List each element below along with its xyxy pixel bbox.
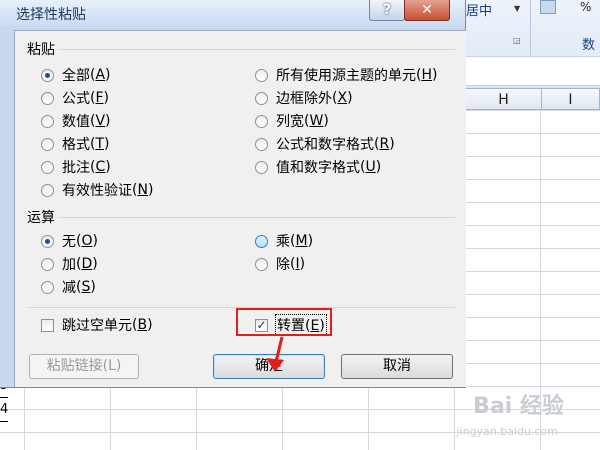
transpose-highlight-box — [236, 308, 332, 336]
radio-paste-no-borders[interactable]: 边框除外(X) — [255, 88, 353, 108]
column-header-i[interactable]: I — [542, 88, 600, 110]
accelerator-key: S — [81, 279, 91, 295]
radio-button[interactable] — [41, 91, 54, 105]
option-label: 所有使用源主题的单元 — [276, 68, 416, 84]
option-label: 格式 — [62, 137, 90, 153]
radio-paste-formulas-number-formats[interactable]: 公式和数字格式(R) — [255, 134, 395, 154]
number-group-label: 数 — [582, 38, 596, 53]
chevron-down-icon[interactable]: ▼ — [514, 4, 520, 13]
dialog-titlebar[interactable]: 选择性粘贴 ? ✕ — [0, 0, 465, 26]
accelerator-key: O — [81, 233, 93, 249]
accelerator-key: X — [337, 90, 348, 106]
checkbox-box[interactable] — [41, 318, 54, 332]
radio-button[interactable] — [41, 160, 54, 174]
option-label: 列宽 — [276, 114, 304, 130]
accelerator-key: V — [95, 113, 106, 129]
accelerator-key: M — [295, 233, 308, 249]
radio-paste-formats[interactable]: 格式(T) — [41, 134, 110, 154]
dialog-launcher-icon[interactable]: ◲ — [513, 36, 521, 45]
option-label: 加 — [62, 257, 76, 273]
radio-button[interactable] — [41, 257, 54, 271]
option-label: 跳过空单元 — [62, 318, 132, 334]
accelerator-key: H — [421, 67, 432, 83]
column-header-h[interactable]: H — [466, 88, 542, 110]
option-label: 公式 — [62, 91, 90, 107]
accelerator-key: I — [295, 256, 300, 272]
option-label: 公式和数字格式 — [276, 137, 374, 153]
radio-paste-all[interactable]: 全部(A) — [41, 65, 111, 85]
radio-button[interactable] — [255, 137, 268, 151]
radio-button[interactable] — [255, 68, 268, 82]
ribbon-separator — [530, 0, 531, 55]
radio-button[interactable] — [41, 234, 54, 248]
percent-icon[interactable]: % — [580, 0, 591, 14]
option-label: 除 — [276, 257, 290, 273]
merge-center-label[interactable]: 居中 — [466, 0, 492, 19]
operation-group-heading: 运算 — [27, 210, 55, 226]
option-label: 有效性验证 — [62, 183, 132, 199]
group-divider — [59, 217, 455, 218]
radio-paste-values[interactable]: 数值(V) — [41, 111, 111, 131]
dialog-title: 选择性粘贴 — [16, 7, 86, 23]
radio-op-divide[interactable]: 除(I) — [255, 254, 305, 274]
paste-link-button[interactable]: 粘贴链接(L) — [29, 354, 139, 379]
accelerator-key: A — [95, 67, 106, 83]
accelerator-key: C — [95, 159, 106, 175]
radio-paste-source-theme[interactable]: 所有使用源主题的单元(H) — [255, 65, 437, 85]
radio-button[interactable] — [255, 114, 268, 128]
radio-op-add[interactable]: 加(D) — [41, 254, 98, 274]
radio-paste-comments[interactable]: 批注(C) — [41, 157, 111, 177]
accelerator-key: F — [95, 90, 104, 106]
accelerator-key: B — [137, 317, 148, 333]
radio-button[interactable] — [41, 280, 54, 294]
accelerator-key: N — [137, 182, 148, 198]
option-label: 值和数字格式 — [276, 160, 360, 176]
cell[interactable]: 4 — [0, 398, 8, 422]
radio-button[interactable] — [41, 114, 54, 128]
close-button[interactable]: ✕ — [404, 0, 450, 21]
radio-paste-formulas[interactable]: 公式(F) — [41, 88, 109, 108]
radio-paste-values-number-formats[interactable]: 值和数字格式(U) — [255, 157, 381, 177]
radio-button[interactable] — [255, 160, 268, 174]
watermark-url: jingyan.baidu.com — [456, 425, 558, 438]
option-label: 无 — [62, 234, 76, 250]
radio-op-multiply[interactable]: 乘(M) — [255, 231, 313, 251]
paste-special-dialog: 选择性粘贴 ? ✕ 粘贴 全部(A) 公式(F) 数值(V) 格式(T) 批注(… — [0, 0, 466, 388]
radio-paste-validation[interactable]: 有效性验证(N) — [41, 180, 153, 200]
radio-button[interactable] — [41, 137, 54, 151]
help-button[interactable]: ? — [369, 0, 405, 21]
option-label: 乘 — [276, 234, 290, 250]
skip-blanks-checkbox[interactable]: 跳过空单元(B) — [41, 315, 153, 335]
accelerator-key: T — [95, 136, 105, 152]
accelerator-key: D — [81, 256, 93, 272]
option-label: 减 — [62, 280, 76, 296]
option-label: 全部 — [62, 68, 90, 84]
radio-button[interactable] — [41, 183, 54, 197]
watermark-logo: Bai 经验 — [473, 394, 564, 419]
option-label: 边框除外 — [276, 91, 332, 107]
radio-paste-column-widths[interactable]: 列宽(W) — [255, 111, 329, 131]
radio-op-subtract[interactable]: 减(S) — [41, 277, 96, 297]
radio-button[interactable] — [255, 234, 268, 248]
option-label: 批注 — [62, 160, 90, 176]
radio-op-none[interactable]: 无(O) — [41, 231, 98, 251]
radio-button[interactable] — [255, 257, 268, 271]
accelerator-key: R — [379, 136, 390, 152]
option-label: 数值 — [62, 114, 90, 130]
currency-icon[interactable] — [540, 0, 556, 14]
accelerator-key: U — [365, 159, 376, 175]
radio-button[interactable] — [41, 68, 54, 82]
red-arrow-icon — [266, 336, 284, 372]
radio-button[interactable] — [255, 91, 268, 105]
group-divider — [59, 49, 455, 50]
accelerator-key: W — [309, 113, 324, 129]
paste-group-heading: 粘贴 — [27, 42, 55, 58]
cancel-button[interactable]: 取消 — [341, 354, 453, 379]
